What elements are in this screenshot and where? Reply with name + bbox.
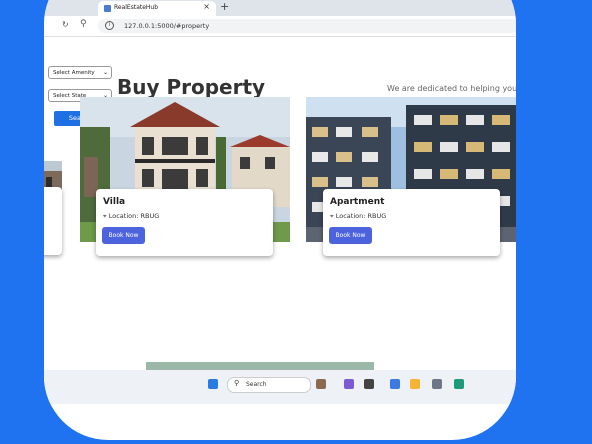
weather-widget-icon[interactable] <box>316 379 326 389</box>
url-text: 127.0.0.1:5000/#property <box>124 22 210 30</box>
teams-icon[interactable] <box>390 379 400 389</box>
tab-close-icon[interactable]: × <box>203 2 210 11</box>
property-name: Villa <box>103 197 126 207</box>
book-now-button[interactable]: Book Now <box>329 227 372 244</box>
info-icon[interactable]: i <box>105 21 114 30</box>
amenity-select-label: Select Amenity <box>53 70 95 76</box>
image-strip <box>146 362 374 370</box>
browser-tab[interactable]: RealEstateHub × <box>98 1 216 16</box>
windows-start-icon[interactable] <box>208 379 218 389</box>
address-bar-row: ↻ ⚲ i 127.0.0.1:5000/#property <box>44 16 516 37</box>
new-tab-icon[interactable]: + <box>220 0 229 13</box>
search-icon: ⚲ <box>234 379 240 387</box>
location-pin-icon: ⌖ <box>103 212 107 220</box>
amenity-select[interactable]: Select Amenity ⌄ <box>48 66 112 79</box>
page-title: Buy Property <box>117 75 266 99</box>
chevron-down-icon: ⌄ <box>102 69 108 76</box>
browser-tab-bar: RealEstateHub × + <box>44 0 516 16</box>
tab-title: RealEstateHub <box>114 4 159 11</box>
reload-icon[interactable]: ↻ <box>62 20 69 29</box>
page-content: Buy Property We are dedicated to helping… <box>44 37 516 407</box>
favicon-icon <box>104 5 111 12</box>
search-icon[interactable]: ⚲ <box>80 19 87 29</box>
task-view-icon[interactable] <box>364 379 374 389</box>
settings-icon[interactable] <box>432 379 442 389</box>
property-card-partial <box>44 187 62 255</box>
property-location-text: Location: RBUG <box>335 212 387 220</box>
taskbar: ⚲ Search <box>44 370 516 404</box>
address-bar[interactable]: i 127.0.0.1:5000/#property <box>98 19 516 33</box>
property-location-text: Location: RBUG <box>108 212 160 220</box>
page-tagline: We are dedicated to helping you fi <box>387 84 516 93</box>
property-location: ⌖ Location: RBUG <box>330 212 386 221</box>
screen-frame: RealEstateHub × + ↻ ⚲ i 127.0.0.1:5000/#… <box>44 0 516 440</box>
property-card-apartment[interactable]: Apartment ⌖ Location: RBUG Book Now <box>323 189 500 256</box>
book-now-button[interactable]: Book Now <box>102 227 145 244</box>
copilot-icon[interactable] <box>344 379 354 389</box>
taskbar-search[interactable]: ⚲ Search <box>227 377 311 393</box>
property-name: Apartment <box>330 197 385 207</box>
file-explorer-icon[interactable] <box>410 379 420 389</box>
location-pin-icon: ⌖ <box>330 212 334 220</box>
taskbar-search-label: Search <box>246 381 267 388</box>
property-card-villa[interactable]: Villa ⌖ Location: RBUG Book Now <box>96 189 273 256</box>
edge-icon[interactable] <box>454 379 464 389</box>
property-location: ⌖ Location: RBUG <box>103 212 159 221</box>
